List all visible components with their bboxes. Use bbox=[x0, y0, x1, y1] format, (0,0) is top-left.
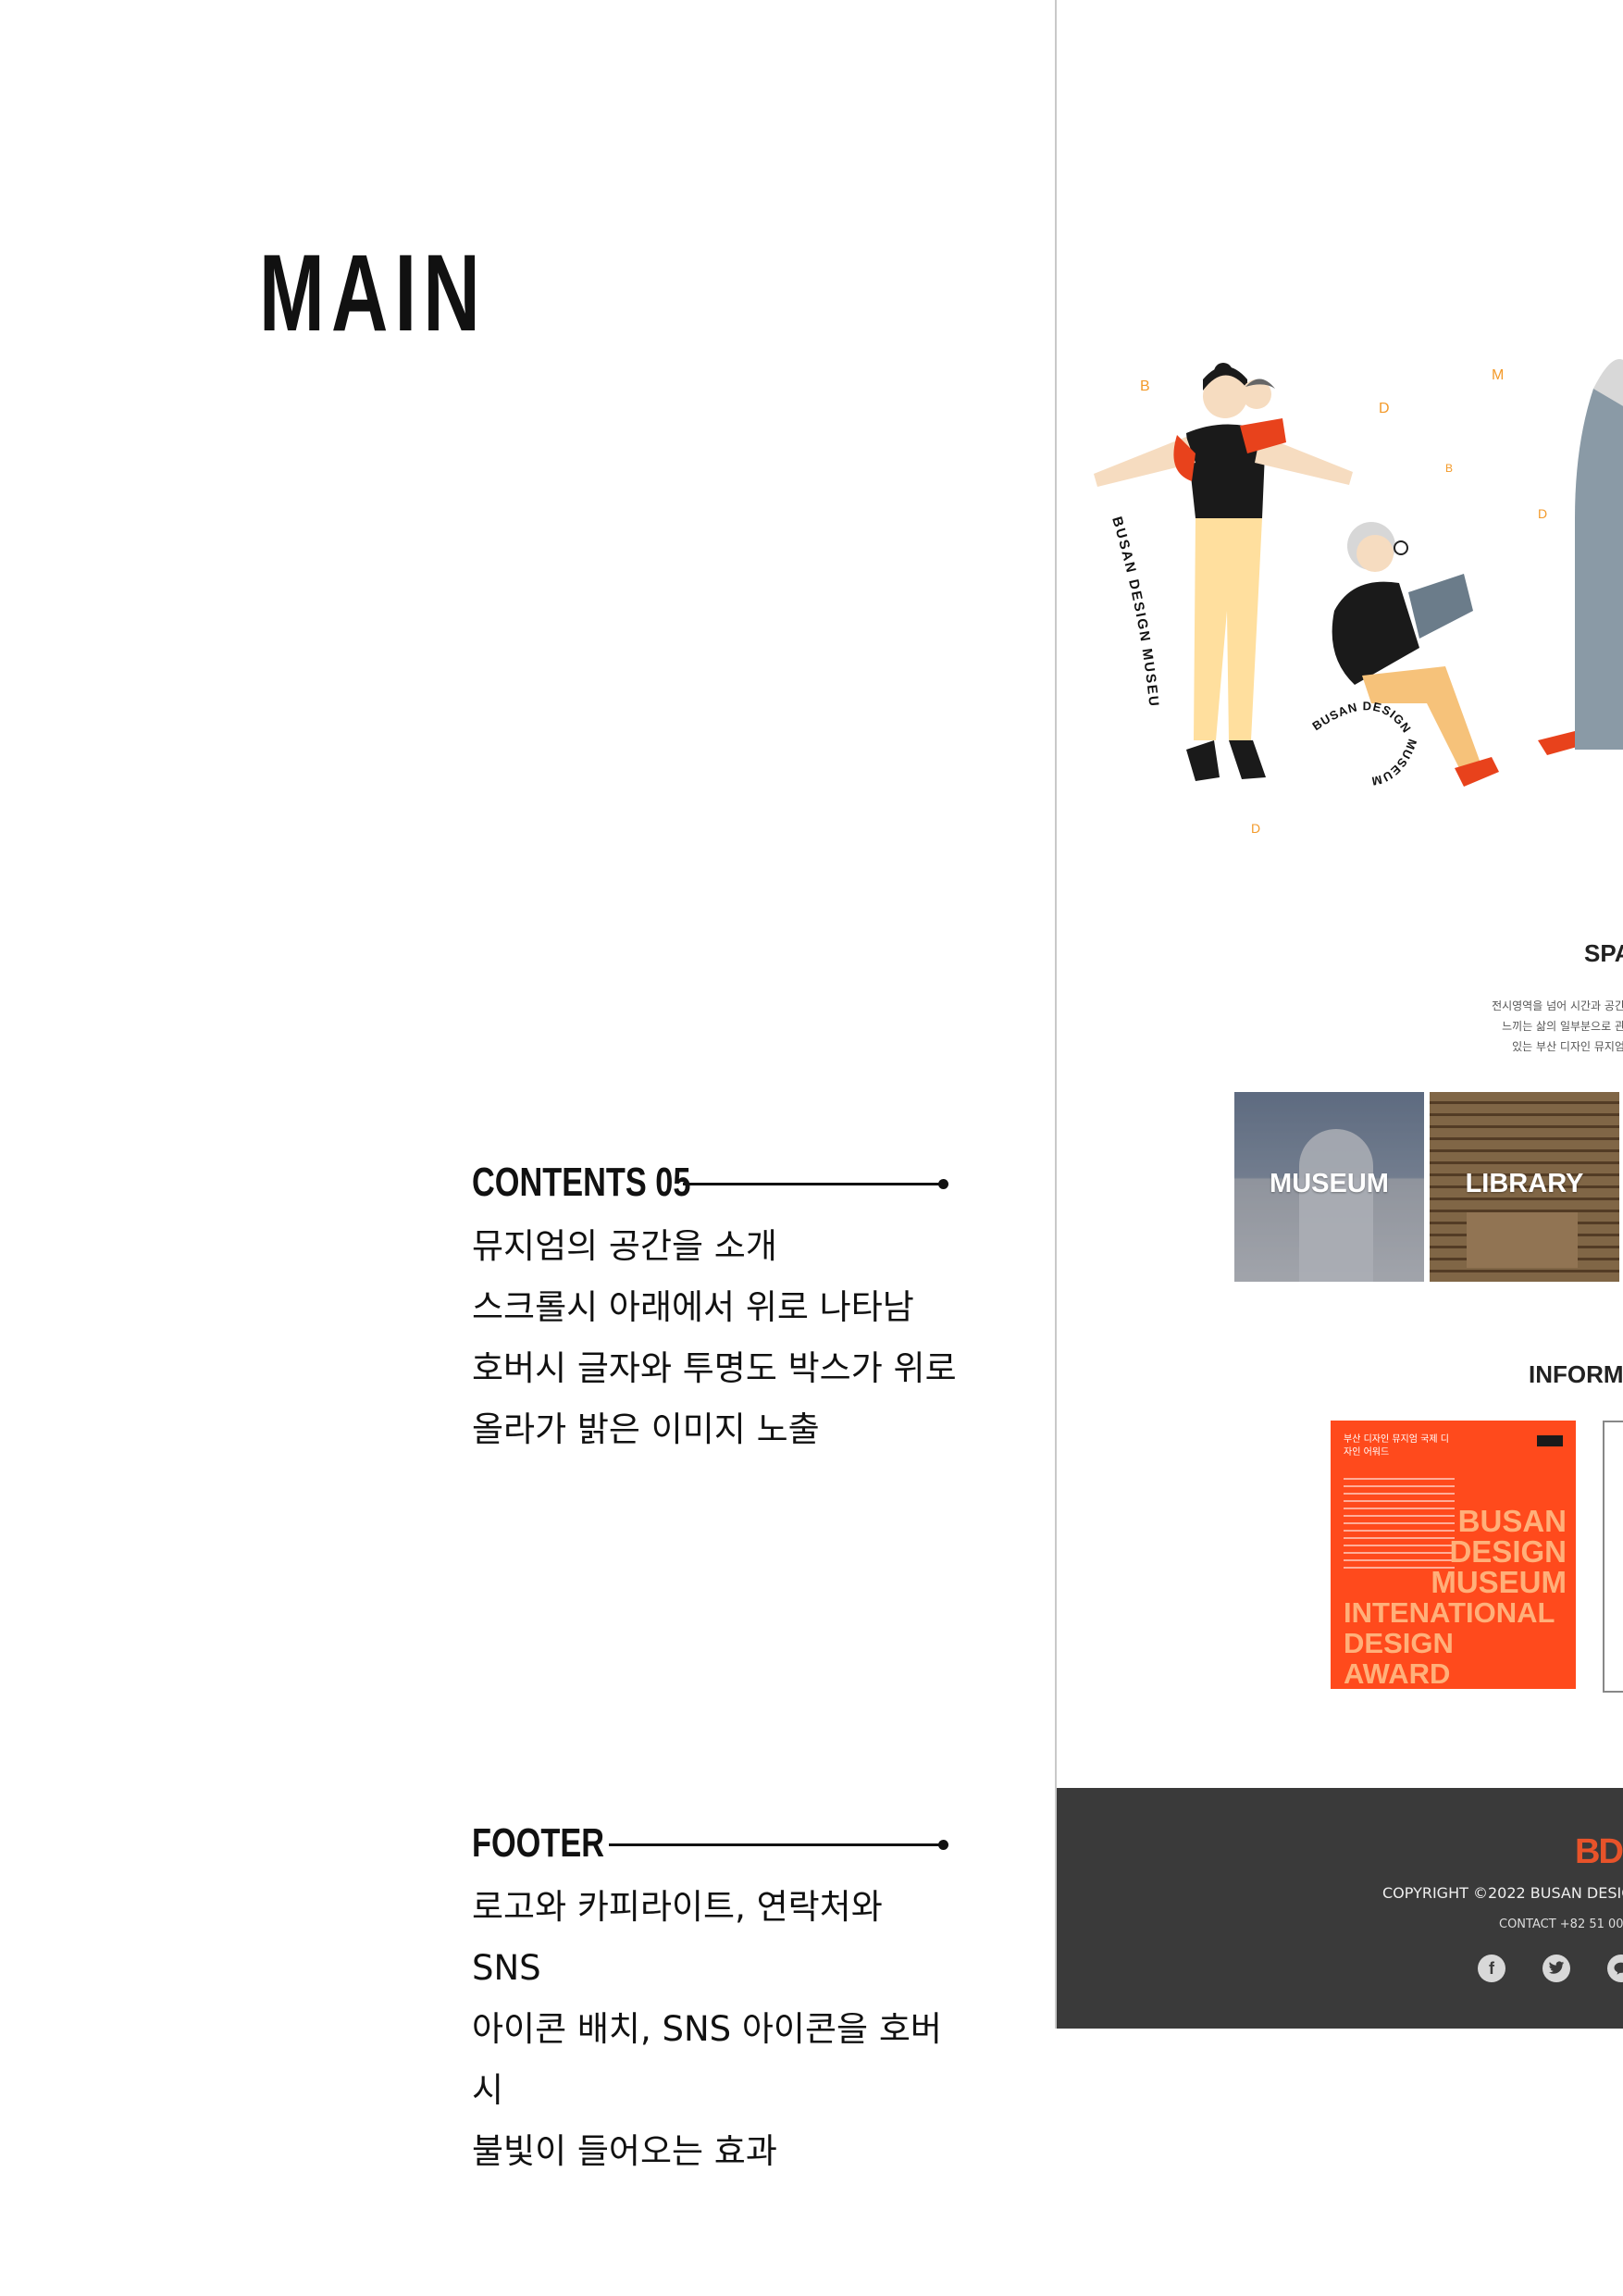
svg-text:D: D bbox=[1379, 401, 1390, 416]
footer-annotation: FOOTER 로고와 카피라이트, 연락처와 SNS 아이콘 배치, SNS 아… bbox=[472, 1816, 962, 2182]
footer-description: 로고와 카피라이트, 연락처와 SNS 아이콘 배치, SNS 아이콘을 호버시… bbox=[472, 1877, 962, 2182]
page-title: MAIN bbox=[259, 232, 487, 354]
svg-text:B: B bbox=[1445, 462, 1453, 475]
award-poster[interactable]: 부산 디자인 뮤지엄 국제 디자인 어워드 BUSAN DESIGN MUSEU… bbox=[1331, 1421, 1576, 1689]
contents05-line: 뮤지엄의 공간을 소개 bbox=[472, 1226, 777, 1266]
svg-text:B: B bbox=[1140, 379, 1150, 394]
poster-big-text: DESIGN AWARD bbox=[1344, 1627, 1454, 1689]
illustration-text: BUSAN DESIGN MUSEUM bbox=[1309, 699, 1419, 788]
footer-logo[interactable]: BDM bbox=[1575, 1832, 1623, 1872]
space-section-description: 전시영역을 넘어 시간과 공간 느끼는 삶의 일부분으로 관 있는 부산 디자인… bbox=[1492, 996, 1623, 1057]
facebook-icon[interactable]: f bbox=[1478, 1955, 1505, 1982]
hero-illustration: B D M B D D BUSAN DESIGN MUSEUM BUSAN DE… bbox=[1057, 333, 1623, 836]
twitter-icon[interactable] bbox=[1542, 1955, 1570, 1982]
kakao-icon[interactable] bbox=[1607, 1955, 1623, 1982]
svg-text:D: D bbox=[1538, 506, 1547, 521]
poster-big-text: MUSEUM bbox=[1431, 1565, 1567, 1599]
space-section-title: SPA bbox=[1584, 939, 1623, 967]
footer-contact: CONTACT +82 51 000 bbox=[1499, 1917, 1623, 1931]
footer-connector-line bbox=[609, 1840, 948, 1850]
site-mockup: B D M B D D BUSAN DESIGN MUSEUM BUSAN DE… bbox=[1055, 0, 1623, 2029]
poster-big-text: BUSAN bbox=[1457, 1504, 1567, 1538]
svg-text:D: D bbox=[1251, 821, 1260, 836]
footer-copyright: COPYRIGHT ©2022 BUSAN DESIGN bbox=[1382, 1884, 1623, 1902]
footer-line: 불빛이 들어오는 효과 bbox=[472, 2131, 777, 2171]
space-desc-line: 전시영역을 넘어 시간과 공간 bbox=[1492, 999, 1623, 1012]
footer-line: 로고와 카피라이트, 연락처와 SNS bbox=[472, 1887, 883, 1988]
footer-line: 아이콘 배치, SNS 아이콘을 호버시 bbox=[472, 2009, 942, 2110]
information-section-title: INFORM bbox=[1529, 1360, 1623, 1388]
space-tile-label: LIBRARY bbox=[1465, 1169, 1584, 1198]
svg-text:M: M bbox=[1492, 367, 1504, 383]
contents05-line: 호버시 글자와 투명도 박스가 위로 bbox=[472, 1348, 957, 1388]
space-tile-museum[interactable]: MUSEUM bbox=[1234, 1092, 1424, 1282]
poster-big-text: DESIGN bbox=[1449, 1534, 1567, 1569]
info-card-partial[interactable] bbox=[1603, 1421, 1623, 1693]
poster-big-text: INTENATIONAL bbox=[1344, 1596, 1555, 1629]
contents05-connector-line bbox=[683, 1179, 948, 1189]
space-tile-label: MUSEUM bbox=[1270, 1169, 1389, 1198]
space-tile-library[interactable]: LIBRARY bbox=[1430, 1092, 1619, 1282]
contents05-line: 올라가 밝은 이미지 노출 bbox=[472, 1409, 820, 1449]
contents05-annotation: CONTENTS 05 뮤지엄의 공간을 소개 스크롤시 아래에서 위로 나타남… bbox=[472, 1155, 962, 1460]
contents05-description: 뮤지엄의 공간을 소개 스크롤시 아래에서 위로 나타남 호버시 글자와 투명도… bbox=[472, 1216, 962, 1460]
poster-logo bbox=[1537, 1435, 1563, 1446]
footer-title: FOOTER bbox=[472, 1820, 604, 1866]
space-desc-line: 있는 부산 디자인 뮤지엄 bbox=[1512, 1040, 1623, 1053]
site-footer: BDM COPYRIGHT ©2022 BUSAN DESIGN CONTACT… bbox=[1057, 1788, 1623, 2029]
space-desc-line: 느끼는 삶의 일부분으로 관 bbox=[1502, 1020, 1623, 1033]
poster-header: 부산 디자인 뮤지엄 국제 디자인 어워드 bbox=[1344, 1434, 1449, 1458]
contents05-title: CONTENTS 05 bbox=[472, 1160, 691, 1205]
contents05-line: 스크롤시 아래에서 위로 나타남 bbox=[472, 1287, 914, 1327]
